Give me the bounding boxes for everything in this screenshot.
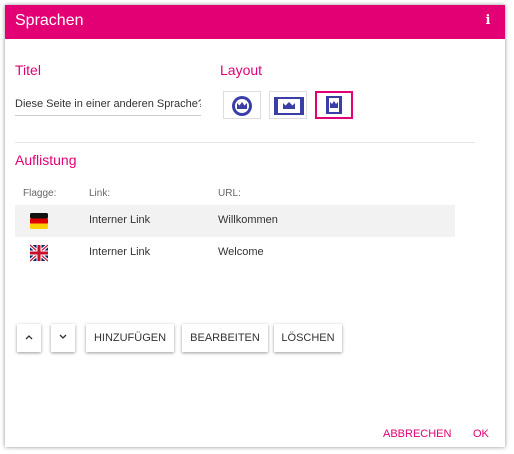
layout-option-flag[interactable] — [315, 91, 353, 119]
row-url: Welcome — [218, 246, 264, 258]
row-link: Interner Link — [89, 246, 151, 258]
delete-button[interactable]: LÖSCHEN — [274, 324, 342, 352]
layout-option-banner[interactable] — [269, 91, 307, 119]
title-heading: Titel — [15, 62, 41, 78]
cancel-button[interactable]: ABBRECHEN — [383, 428, 451, 440]
crown-banner-icon — [274, 97, 304, 115]
dialog-title: Sprachen — [15, 12, 84, 29]
column-header-url: URL: — [218, 188, 241, 199]
title-input[interactable] — [15, 93, 201, 116]
layout-heading: Layout — [220, 62, 263, 78]
ok-button[interactable]: OK — [473, 428, 489, 440]
column-header-flag: Flagge: — [23, 188, 57, 199]
dialog-titlebar: Sprachen i — [5, 5, 505, 39]
crown-flag-icon — [326, 96, 342, 114]
chevron-up-icon — [25, 335, 33, 340]
germany-flag-icon — [30, 213, 48, 229]
section-divider — [15, 142, 475, 143]
column-header-link: Link: — [89, 188, 111, 199]
languages-dialog: Sprachen i Titel Layout Auflistung Flagg… — [5, 5, 505, 447]
chevron-down-icon — [59, 334, 67, 339]
info-icon[interactable]: i — [481, 13, 495, 29]
add-button[interactable]: HINZUFÜGEN — [86, 324, 174, 352]
crown-circle-icon — [232, 96, 252, 116]
table-row[interactable]: Interner Link Willkommen — [15, 205, 455, 237]
edit-button[interactable]: BEARBEITEN — [182, 324, 268, 352]
layout-option-circle[interactable] — [223, 91, 261, 119]
move-down-button[interactable] — [51, 324, 75, 352]
list-heading: Auflistung — [15, 152, 77, 168]
table-row[interactable]: Interner Link Welcome — [15, 237, 455, 269]
row-link: Interner Link — [89, 214, 151, 226]
row-url: Willkommen — [218, 214, 278, 226]
move-up-button[interactable] — [17, 324, 41, 352]
uk-flag-icon — [30, 244, 48, 262]
